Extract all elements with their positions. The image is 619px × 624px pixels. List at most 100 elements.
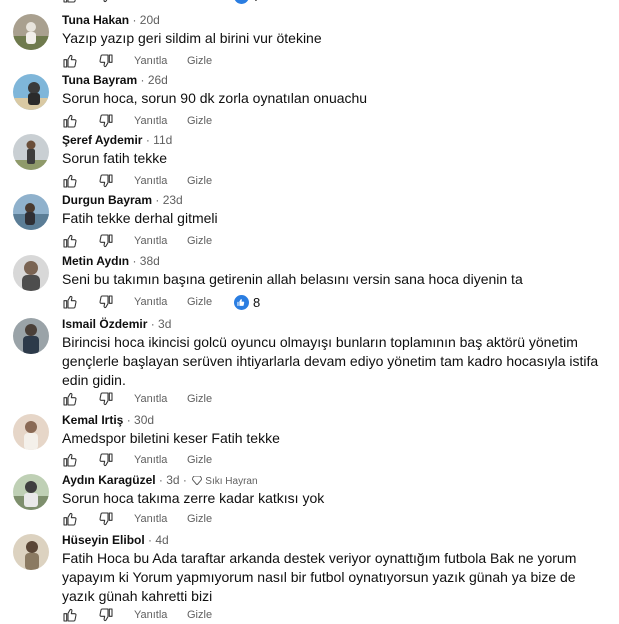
dislike-button[interactable] <box>98 52 114 70</box>
dislike-button[interactable] <box>98 293 114 311</box>
thumb-up-icon <box>63 608 77 622</box>
comment-time[interactable]: · 20d <box>132 13 159 27</box>
reply-button[interactable]: Yanıtla <box>134 606 167 624</box>
avatar[interactable] <box>13 534 49 570</box>
comment-author[interactable]: Tuna Hakan <box>62 13 129 27</box>
thumb-down-icon <box>99 295 113 309</box>
hide-button[interactable]: Gizle <box>187 606 212 624</box>
reply-button[interactable]: Yanıtla <box>134 293 167 311</box>
thumb-up-icon <box>63 512 77 526</box>
avatar[interactable] <box>13 194 49 230</box>
hide-button[interactable]: Gizle <box>187 390 212 408</box>
thumb-up-icon <box>63 392 77 406</box>
reply-button[interactable]: Yanıtla <box>134 112 167 130</box>
dislike-button[interactable] <box>98 510 114 528</box>
reply-button[interactable]: Yanıtla <box>134 0 167 5</box>
comment-text: Seni bu takımın başına getirenin allah b… <box>62 271 523 287</box>
comment-author[interactable]: Durgun Bayram <box>62 193 152 207</box>
dislike-button[interactable] <box>98 112 114 130</box>
avatar[interactable] <box>13 474 49 510</box>
comment-author[interactable]: Kemal Irtiş <box>62 413 123 427</box>
comment-text: Sorun hoca, sorun 90 dk zorla oynatılan … <box>62 90 368 106</box>
comment-time[interactable]: · 38d <box>132 254 159 268</box>
like-button[interactable] <box>62 451 78 469</box>
comment-author[interactable]: Tuna Bayram <box>62 73 137 87</box>
reply-button[interactable]: Yanıtla <box>134 390 167 408</box>
comment-header: Ismail Özdemir · 3d <box>62 317 171 331</box>
fan-badge-label: Sıkı Hayran <box>205 476 258 487</box>
comment-text: Fatih tekke derhal gitmeli <box>62 210 218 226</box>
comment-header: Aydın Karagüzel · 3d · Sıkı Hayran <box>62 473 258 489</box>
hide-button[interactable]: Gizle <box>187 293 212 311</box>
like-button[interactable] <box>62 232 78 250</box>
hide-button[interactable]: Gizle <box>187 510 212 528</box>
like-button[interactable] <box>62 0 78 5</box>
hide-button[interactable]: Gizle <box>187 0 212 5</box>
avatar[interactable] <box>13 134 49 170</box>
avatar[interactable] <box>13 318 49 354</box>
comment-feed: Yanıtla Gizle 7 Tuna Hakan · 20d Yazıp y… <box>0 0 619 622</box>
comment-actions: Yanıtla Gizle <box>62 232 582 250</box>
reply-button[interactable]: Yanıtla <box>134 172 167 190</box>
comment-actions: Yanıtla Gizle 8 <box>62 293 582 311</box>
comment-actions: Yanıtla Gizle <box>62 451 582 469</box>
dislike-button[interactable] <box>98 606 114 624</box>
comment-author[interactable]: Aydın Karagüzel <box>62 473 156 487</box>
like-button[interactable] <box>62 52 78 70</box>
avatar[interactable] <box>13 414 49 450</box>
avatar[interactable] <box>13 74 49 110</box>
comment-author[interactable]: Şeref Aydemir <box>62 133 142 147</box>
reply-button[interactable]: Yanıtla <box>134 510 167 528</box>
hide-button[interactable]: Gizle <box>187 232 212 250</box>
comment-time[interactable]: · 11d <box>146 133 172 147</box>
dislike-button[interactable] <box>98 451 114 469</box>
comment-time[interactable]: · 3d · <box>159 473 187 487</box>
hide-button[interactable]: Gizle <box>187 112 212 130</box>
thumb-up-icon <box>63 114 77 128</box>
comment-text: Amedspor biletini keser Fatih tekke <box>62 430 280 446</box>
fan-badge: Sıkı Hayran <box>191 475 258 487</box>
like-count: 7 <box>253 0 260 4</box>
comment-actions: Yanıtla Gizle <box>62 606 582 624</box>
comment-header: Şeref Aydemir · 11d <box>62 133 172 147</box>
thumb-up-icon <box>63 234 77 248</box>
comment-actions: Yanıtla Gizle <box>62 172 582 190</box>
comment-time[interactable]: · 26d <box>140 73 167 87</box>
hide-button[interactable]: Gizle <box>187 172 212 190</box>
thumb-up-icon <box>63 295 77 309</box>
dislike-button[interactable] <box>98 172 114 190</box>
like-button[interactable] <box>62 510 78 528</box>
comment-time[interactable]: · 23d <box>155 193 182 207</box>
comment-header: Durgun Bayram · 23d <box>62 193 183 207</box>
comment-author[interactable]: Ismail Özdemir <box>62 317 147 331</box>
thumb-up-icon <box>63 453 77 467</box>
thumb-up-icon <box>63 174 77 188</box>
like-button[interactable] <box>62 390 78 408</box>
hide-button[interactable]: Gizle <box>187 451 212 469</box>
comment-header: Kemal Irtiş · 30d <box>62 413 154 427</box>
dislike-button[interactable] <box>98 0 114 5</box>
comment-time[interactable]: · 3d <box>151 317 172 331</box>
comment-header: Hüseyin Elibol · 4d <box>62 533 169 547</box>
diamond-icon <box>191 475 203 486</box>
comment-time[interactable]: · 4d <box>148 533 169 547</box>
comment-author[interactable]: Metin Aydın <box>62 254 129 268</box>
like-button[interactable] <box>62 112 78 130</box>
hide-button[interactable]: Gizle <box>187 52 212 70</box>
dislike-button[interactable] <box>98 232 114 250</box>
reply-button[interactable]: Yanıtla <box>134 52 167 70</box>
reply-button[interactable]: Yanıtla <box>134 451 167 469</box>
thumb-down-icon <box>99 174 113 188</box>
like-button[interactable] <box>62 606 78 624</box>
dislike-button[interactable] <box>98 390 114 408</box>
like-button[interactable] <box>62 293 78 311</box>
comment-time[interactable]: · 30d <box>127 413 154 427</box>
comment-actions: Yanıtla Gizle <box>62 112 582 130</box>
avatar[interactable] <box>13 14 49 50</box>
like-button[interactable] <box>62 172 78 190</box>
comment-header: Metin Aydın · 38d <box>62 254 160 268</box>
thumb-down-icon <box>99 453 113 467</box>
comment-author[interactable]: Hüseyin Elibol <box>62 533 145 547</box>
reply-button[interactable]: Yanıtla <box>134 232 167 250</box>
avatar[interactable] <box>13 255 49 291</box>
